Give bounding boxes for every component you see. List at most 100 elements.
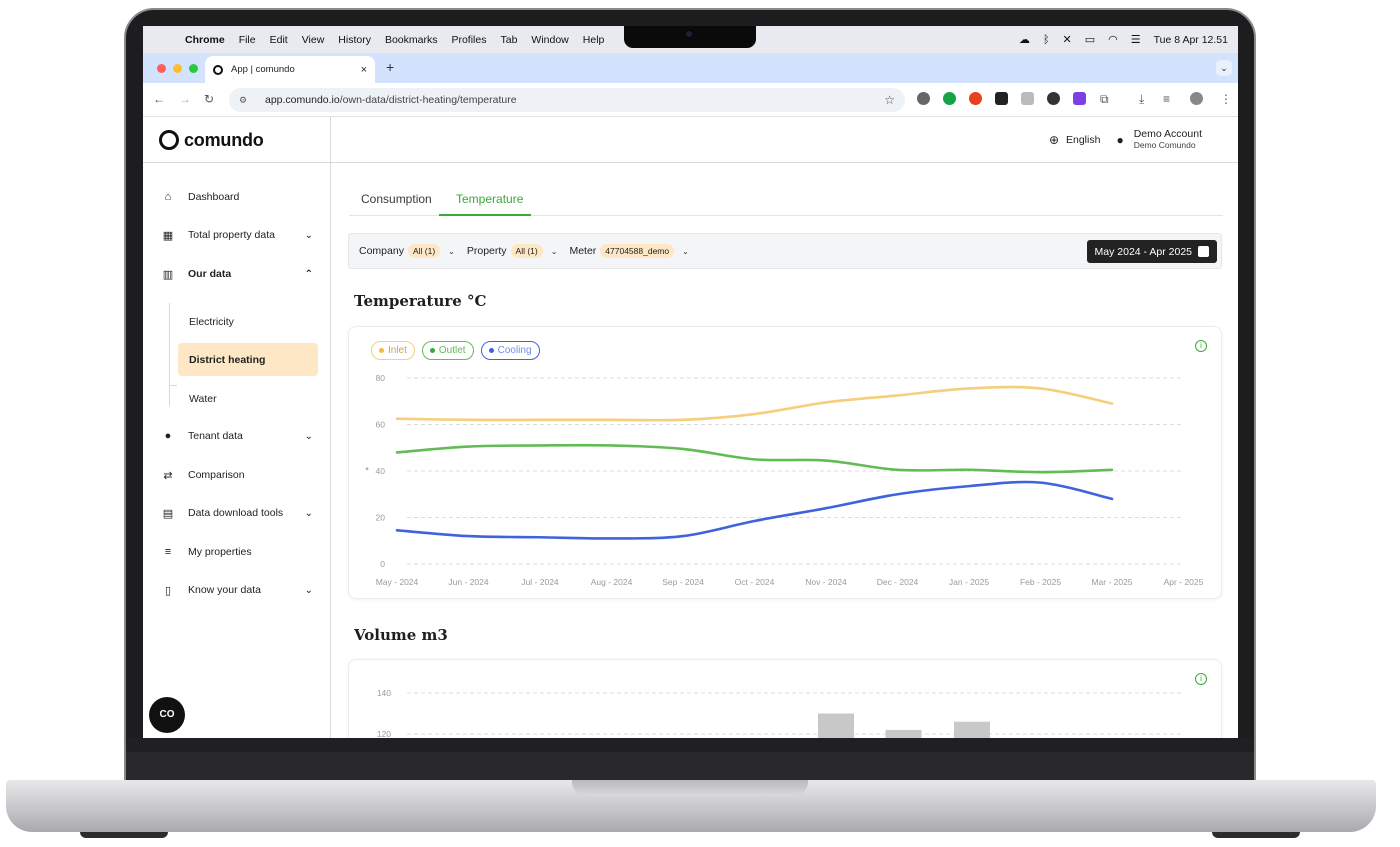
camera-notch xyxy=(624,26,756,48)
x-tick-jun-2024: Jun - 2024 xyxy=(448,577,488,587)
language-selector[interactable]: English xyxy=(1066,134,1100,146)
sidebar-item-our-data[interactable]: ▥ Our data ⌃ xyxy=(161,263,321,285)
sidebar-item-comparison[interactable]: ⇄ Comparison xyxy=(161,464,321,486)
minimize-window-button[interactable] xyxy=(173,64,182,73)
sidebar-item-data-download-tools[interactable]: ▤ Data download tools ⌄ xyxy=(161,502,321,524)
sidebar-item-my-properties[interactable]: ≡ My properties xyxy=(161,541,321,563)
sidebar: comundo ⌂ Dashboard ▦ Total property dat… xyxy=(143,117,331,738)
y-tick-0: 0 xyxy=(380,559,385,569)
chevron-down-icon: ⌄ xyxy=(304,507,313,519)
menu-window[interactable]: Window xyxy=(531,34,568,46)
meter-filter-value[interactable]: 47704588_demo xyxy=(600,244,675,258)
chevron-down-icon[interactable]: ⌄ xyxy=(682,247,689,256)
address-url[interactable]: app.comundo.io/own-data/district-heating… xyxy=(265,94,517,106)
site-info-icon[interactable]: ⚙ xyxy=(239,95,253,106)
chevron-down-icon: ⌄ xyxy=(304,229,313,241)
globe-icon[interactable]: ⊕ xyxy=(1049,133,1059,147)
tab-consumption[interactable]: Consumption xyxy=(361,192,432,206)
extension-5-icon[interactable] xyxy=(1021,92,1034,105)
control-center-icon[interactable]: ☰ xyxy=(1131,33,1141,46)
menu-profiles[interactable]: Profiles xyxy=(451,34,486,46)
close-window-button[interactable] xyxy=(157,64,166,73)
tab-temperature[interactable]: Temperature xyxy=(456,192,523,206)
volume-bar-nov-2024[interactable] xyxy=(818,713,854,739)
chrome-toolbar: ← → ↻ ⚙ app.comundo.io/own-data/district… xyxy=(143,83,1238,117)
sidebar-item-tenant-data[interactable]: ● Tenant data ⌄ xyxy=(161,425,321,447)
battery-icon[interactable]: ▭ xyxy=(1085,33,1095,46)
profile-avatar[interactable] xyxy=(1190,92,1203,105)
reload-icon[interactable]: ↻ xyxy=(204,92,214,106)
bookmark-star-icon[interactable]: ☆ xyxy=(884,93,895,107)
chrome-tab-strip: App | comundo × + ⌄ xyxy=(143,53,1238,83)
chevron-down-icon[interactable]: ⌄ xyxy=(551,247,558,256)
support-chat-button[interactable]: CO xyxy=(149,697,185,733)
bluetooth-icon[interactable]: ᛒ xyxy=(1043,34,1050,46)
new-tab-icon[interactable]: + xyxy=(386,59,394,75)
date-range-picker[interactable]: May 2024 - Apr 2025 xyxy=(1086,240,1217,263)
chevron-down-icon: ⌄ xyxy=(304,584,313,596)
series-line-cooling[interactable] xyxy=(395,480,1114,540)
extension-4-icon[interactable] xyxy=(995,92,1008,105)
link-icon: CO xyxy=(159,709,175,720)
reading-list-icon[interactable]: ≡ xyxy=(1163,92,1170,106)
chrome-menu-icon[interactable]: ⋮ xyxy=(1220,92,1232,106)
company-filter-label[interactable]: Company xyxy=(359,245,404,257)
creative-cloud-icon[interactable]: ☁ xyxy=(1019,33,1030,46)
series-line-inlet[interactable] xyxy=(395,385,1114,422)
y-tick-80: 80 xyxy=(376,373,386,383)
sidebar-item-dashboard[interactable]: ⌂ Dashboard xyxy=(161,186,321,208)
meter-filter-label[interactable]: Meter xyxy=(569,245,596,257)
property-filter-value[interactable]: All (1) xyxy=(510,244,543,258)
menu-edit[interactable]: Edit xyxy=(270,34,288,46)
menu-tab[interactable]: Tab xyxy=(500,34,517,46)
extensions-puzzle-icon[interactable]: ⧉ xyxy=(1100,92,1109,107)
chevron-down-icon[interactable]: ⌄ xyxy=(448,247,455,256)
extension-3-icon[interactable] xyxy=(969,92,982,105)
comundo-logo-icon xyxy=(159,130,179,150)
menubar-clock[interactable]: Tue 8 Apr 12.51 xyxy=(1154,34,1228,46)
extension-7-icon[interactable] xyxy=(1073,92,1086,105)
data-tabs: Consumption Temperature xyxy=(349,178,1223,216)
sidebar-subitem-water[interactable]: Water xyxy=(178,382,318,415)
browser-tab[interactable]: App | comundo × xyxy=(205,56,375,83)
zoom-window-button[interactable] xyxy=(189,64,198,73)
extension-1-icon[interactable] xyxy=(917,92,930,105)
download-icon[interactable]: ⤓ xyxy=(1139,92,1144,107)
menu-help[interactable]: Help xyxy=(583,34,605,46)
building-icon: ▥ xyxy=(162,268,174,281)
wifi-icon[interactable]: ◠ xyxy=(1108,33,1118,46)
volume-bar-dec-2024[interactable] xyxy=(885,729,922,738)
menu-file[interactable]: File xyxy=(239,34,256,46)
menu-chrome[interactable]: Chrome xyxy=(185,34,225,46)
y-tick-60: 60 xyxy=(376,420,386,430)
sidebar-subitem-district-heating[interactable]: District heating xyxy=(178,343,318,376)
tab-search-chevron-icon[interactable]: ⌄ xyxy=(1216,60,1232,76)
menu-view[interactable]: View xyxy=(302,34,325,46)
x-tick-oct-2024: Oct - 2024 xyxy=(735,577,775,587)
extension-6-icon[interactable] xyxy=(1047,92,1060,105)
comundo-favicon-icon xyxy=(213,64,223,75)
home-icon: ⌂ xyxy=(164,191,172,203)
comundo-logo[interactable]: comundo xyxy=(159,129,264,151)
forward-icon[interactable]: → xyxy=(179,92,191,106)
mute-icon[interactable]: ✕ xyxy=(1063,33,1072,46)
account-menu[interactable]: Demo Account Demo Comundo xyxy=(1134,129,1202,151)
sidebar-item-total-property-data[interactable]: ▦ Total property data ⌄ xyxy=(161,224,321,246)
menu-history[interactable]: History xyxy=(338,34,371,46)
back-icon[interactable]: ← xyxy=(153,92,165,106)
x-tick-nov-2024: Nov - 2024 xyxy=(805,577,847,587)
company-filter-value[interactable]: All (1) xyxy=(407,244,441,258)
sidebar-item-know-your-data[interactable]: ▯ Know your data ⌄ xyxy=(161,579,321,601)
main-content: ⊕ English ● Demo Account Demo Comundo Co… xyxy=(332,117,1238,738)
grammarly-extension-icon[interactable] xyxy=(943,92,956,105)
volume-bar-jan-2025[interactable] xyxy=(954,721,990,738)
series-line-outlet[interactable] xyxy=(395,443,1114,474)
property-filter-label[interactable]: Property xyxy=(467,245,507,257)
menu-bookmarks[interactable]: Bookmarks xyxy=(385,34,438,46)
sidebar-subitem-electricity[interactable]: Electricity xyxy=(178,305,318,338)
close-tab-icon[interactable]: × xyxy=(361,64,367,76)
submenu-tree-tick xyxy=(169,385,177,386)
address-bar[interactable]: ⚙ app.comundo.io/own-data/district-heati… xyxy=(229,88,905,112)
account-icon[interactable]: ● xyxy=(1116,133,1123,147)
x-tick-mar-2025: Mar - 2025 xyxy=(1091,577,1132,587)
